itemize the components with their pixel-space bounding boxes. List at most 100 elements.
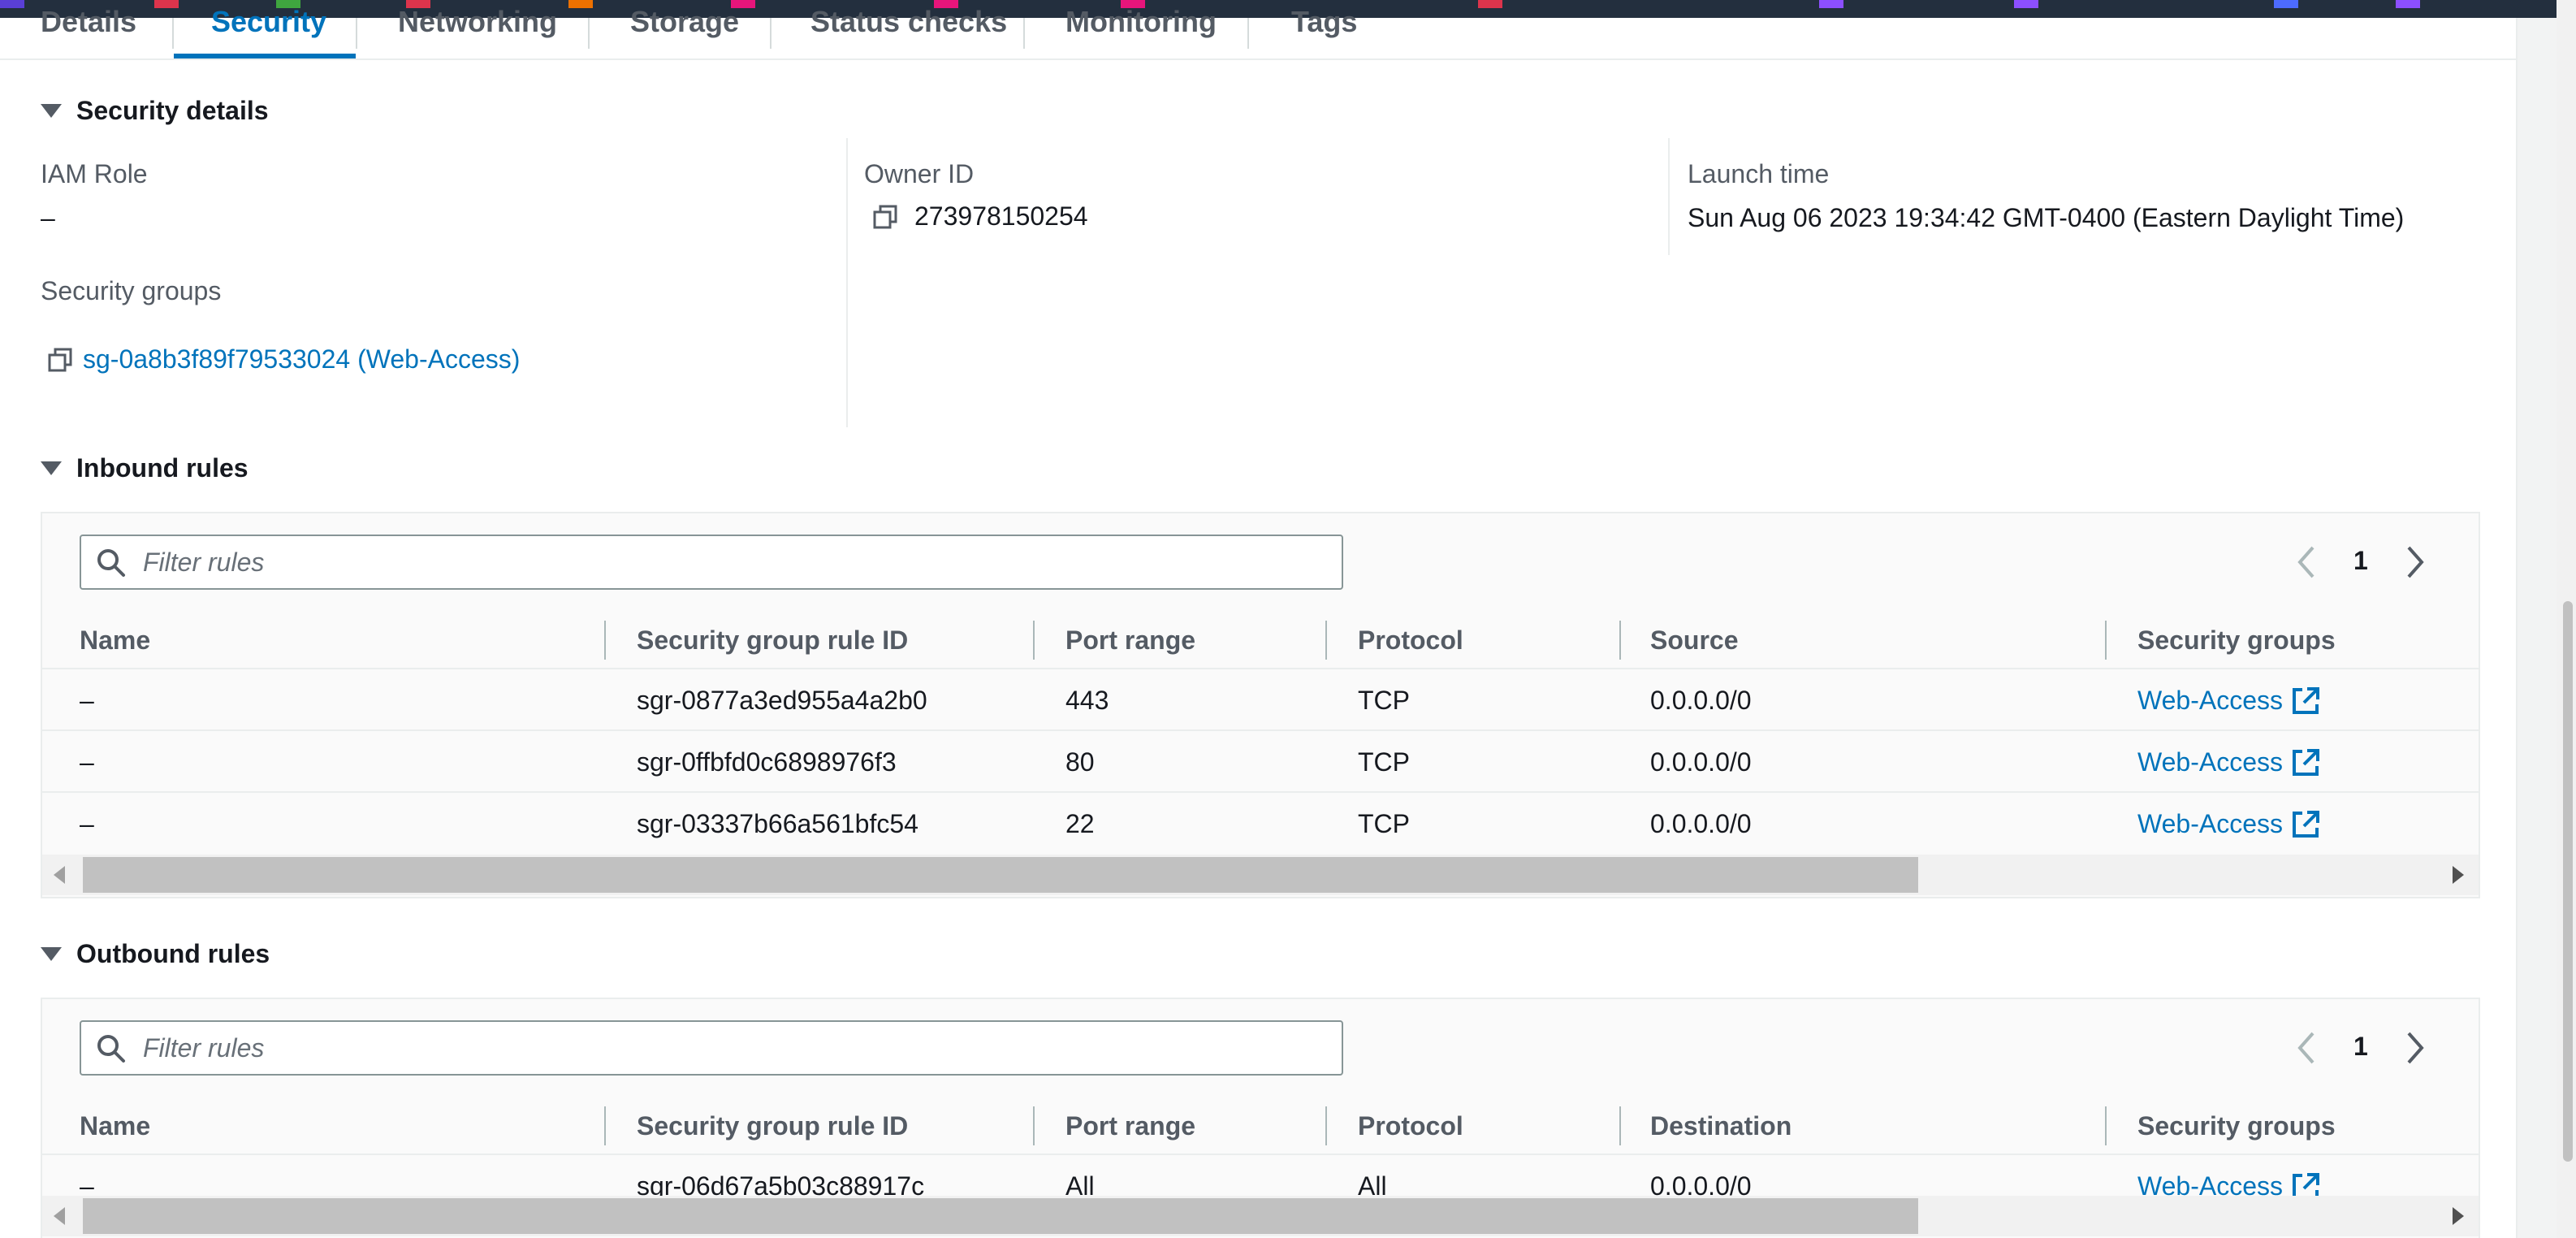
cell-name: – xyxy=(80,1171,94,1199)
column-header-protocol[interactable]: Protocol xyxy=(1358,625,1463,656)
scrollbar-thumb[interactable] xyxy=(83,857,1918,893)
column-header-rule-id[interactable]: Security group rule ID xyxy=(637,625,908,656)
launch-time-label: Launch time xyxy=(1688,159,1830,188)
security-group-link[interactable]: Web-Access xyxy=(2137,747,2283,777)
page-number[interactable]: 1 xyxy=(2353,1032,2368,1062)
column-header-name[interactable]: Name xyxy=(80,625,150,656)
bookmark-favicon[interactable] xyxy=(0,0,24,8)
security-group-link[interactable]: Web-Access xyxy=(2137,1171,2283,1199)
caret-down-icon xyxy=(41,947,62,961)
column-header-source[interactable]: Source xyxy=(1650,625,1738,656)
cell-destination: 0.0.0.0/0 xyxy=(1650,1171,1752,1199)
column-resizer[interactable] xyxy=(1033,1106,1035,1145)
tab-underline xyxy=(0,58,2518,60)
security-group-link[interactable]: sg-0a8b3f89f79533024 (Web-Access) xyxy=(83,344,520,374)
cell-port-range: 443 xyxy=(1065,686,1109,715)
scroll-left-icon[interactable] xyxy=(54,1207,67,1225)
bookmark-favicon[interactable] xyxy=(568,0,593,8)
column-header-rule-id[interactable]: Security group rule ID xyxy=(637,1111,908,1141)
table-row[interactable]: – sgr-03337b66a561bfc54 22 TCP 0.0.0.0/0… xyxy=(42,793,2479,855)
copy-icon[interactable] xyxy=(872,204,898,230)
external-link-icon[interactable] xyxy=(2290,1171,2321,1199)
column-resizer[interactable] xyxy=(1619,621,1621,660)
external-link-icon[interactable] xyxy=(2290,747,2321,778)
outbound-rules-header[interactable]: Outbound rules xyxy=(41,939,270,969)
copy-icon[interactable] xyxy=(47,347,73,373)
column-resizer[interactable] xyxy=(1033,621,1035,660)
owner-id-label: Owner ID xyxy=(864,159,975,188)
table-header-row xyxy=(42,611,2479,669)
column-resizer[interactable] xyxy=(2105,621,2107,660)
bookmark-favicon[interactable] xyxy=(1819,0,1843,8)
cell-protocol: All xyxy=(1358,1171,1387,1199)
cell-rule-id: sgr-0ffbfd0c6898976f3 xyxy=(637,747,897,777)
previous-page-icon[interactable] xyxy=(2295,544,2316,580)
column-resizer[interactable] xyxy=(604,1106,606,1145)
column-resizer[interactable] xyxy=(2105,1106,2107,1145)
launch-time-value: Sun Aug 06 2023 19:34:42 GMT-0400 (Easte… xyxy=(1688,203,2405,232)
table-row[interactable]: – sgr-06d67a5b03c88917c All All 0.0.0.0/… xyxy=(42,1155,2479,1199)
column-resizer[interactable] xyxy=(1619,1106,1621,1145)
tab-security[interactable]: Security xyxy=(211,2,326,42)
cell-port-range: 22 xyxy=(1065,809,1095,838)
external-link-icon[interactable] xyxy=(2290,686,2321,716)
horizontal-scrollbar[interactable] xyxy=(42,1196,2479,1236)
security-group-link[interactable]: Web-Access xyxy=(2137,809,2283,839)
vertical-scrollbar-thumb[interactable] xyxy=(2563,601,2573,1162)
column-header-port-range[interactable]: Port range xyxy=(1065,625,1195,656)
horizontal-scrollbar[interactable] xyxy=(42,855,2479,895)
page-number[interactable]: 1 xyxy=(2353,546,2368,576)
scroll-left-icon[interactable] xyxy=(54,866,67,884)
next-page-icon[interactable] xyxy=(2405,1030,2427,1066)
tab-tags[interactable]: Tags xyxy=(1291,2,1357,42)
security-group-link[interactable]: Web-Access xyxy=(2137,686,2283,716)
previous-page-icon[interactable] xyxy=(2295,1030,2316,1066)
cell-rule-id: sgr-0877a3ed955a4a2b0 xyxy=(637,686,927,715)
bookmark-favicon[interactable] xyxy=(154,0,179,8)
cell-port-range: All xyxy=(1065,1171,1095,1199)
column-header-security-groups[interactable]: Security groups xyxy=(2137,1111,2336,1141)
cell-source: 0.0.0.0/0 xyxy=(1650,809,1752,838)
scroll-right-icon[interactable] xyxy=(2451,1207,2464,1225)
table-row[interactable]: – sgr-0877a3ed955a4a2b0 443 TCP 0.0.0.0/… xyxy=(42,669,2479,731)
iam-role-value: – xyxy=(41,203,55,232)
inbound-rules-header[interactable]: Inbound rules xyxy=(41,453,249,483)
bookmark-favicon[interactable] xyxy=(1478,0,1502,8)
tab-divider xyxy=(356,18,357,49)
top-navigation-bar xyxy=(0,0,2576,18)
tab-networking[interactable]: Networking xyxy=(398,2,557,42)
tab-monitoring[interactable]: Monitoring xyxy=(1065,2,1217,42)
cell-rule-id: sgr-03337b66a561bfc54 xyxy=(637,809,918,838)
column-header-protocol[interactable]: Protocol xyxy=(1358,1111,1463,1141)
column-header-security-groups[interactable]: Security groups xyxy=(2137,625,2336,656)
table-row[interactable]: – sgr-0ffbfd0c6898976f3 80 TCP 0.0.0.0/0… xyxy=(42,731,2479,793)
column-header-port-range[interactable]: Port range xyxy=(1065,1111,1195,1141)
external-link-icon[interactable] xyxy=(2290,809,2321,840)
cell-name: – xyxy=(80,686,94,715)
outbound-filter-input[interactable]: Filter rules xyxy=(80,1020,1343,1076)
column-resizer[interactable] xyxy=(1325,1106,1327,1145)
cell-source: 0.0.0.0/0 xyxy=(1650,747,1752,777)
scrollbar-thumb[interactable] xyxy=(83,1198,1918,1234)
inbound-filter-input[interactable]: Filter rules xyxy=(80,535,1343,590)
tab-divider xyxy=(588,18,590,49)
tab-status-checks[interactable]: Status checks xyxy=(810,2,1007,42)
bookmark-favicon[interactable] xyxy=(2274,0,2298,8)
column-resizer[interactable] xyxy=(1325,621,1327,660)
next-page-icon[interactable] xyxy=(2405,544,2427,580)
tab-details[interactable]: Details xyxy=(41,2,136,42)
tab-divider xyxy=(770,18,772,49)
active-tab-indicator xyxy=(174,54,356,58)
tab-storage[interactable]: Storage xyxy=(630,2,739,42)
column-resizer[interactable] xyxy=(604,621,606,660)
security-details-header[interactable]: Security details xyxy=(41,96,269,126)
scroll-right-icon[interactable] xyxy=(2451,866,2464,884)
column-header-name[interactable]: Name xyxy=(80,1111,150,1141)
filter-placeholder: Filter rules xyxy=(143,548,265,577)
column-header-destination[interactable]: Destination xyxy=(1650,1111,1792,1141)
cell-protocol: TCP xyxy=(1358,809,1410,838)
caret-down-icon xyxy=(41,104,62,118)
column-divider xyxy=(846,138,848,427)
bookmark-favicon[interactable] xyxy=(2396,0,2420,8)
bookmark-favicon[interactable] xyxy=(2014,0,2038,8)
